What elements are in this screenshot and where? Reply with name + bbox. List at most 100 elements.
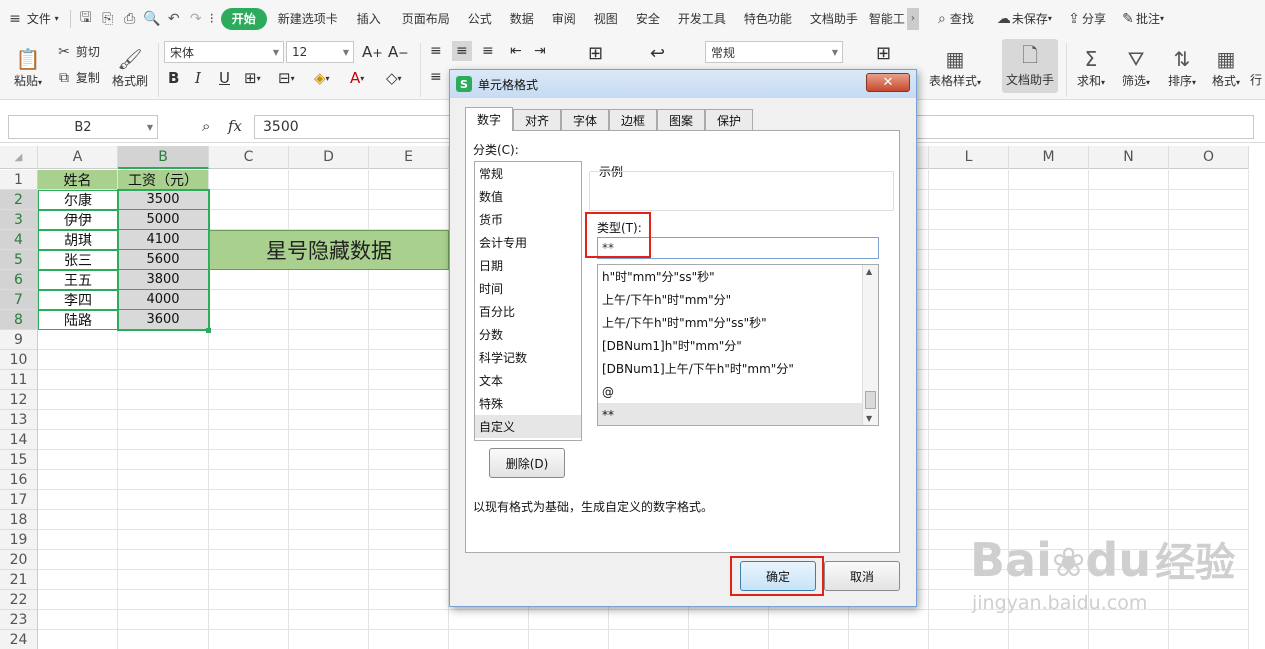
grid-cell[interactable] bbox=[1009, 390, 1089, 410]
grid-cell[interactable] bbox=[929, 310, 1009, 330]
grid-cell[interactable] bbox=[38, 430, 118, 450]
grid-cell[interactable] bbox=[1089, 210, 1169, 230]
grid-cell[interactable] bbox=[929, 290, 1009, 310]
grid-cell[interactable] bbox=[369, 570, 449, 590]
grid-cell[interactable] bbox=[209, 490, 289, 510]
column-header[interactable]: N bbox=[1089, 146, 1169, 169]
filter-button[interactable]: ⛛ 筛选▾ bbox=[1116, 41, 1156, 93]
row-header[interactable]: 23 bbox=[0, 610, 38, 630]
grid-cell[interactable] bbox=[529, 630, 609, 649]
grid-cell[interactable] bbox=[1009, 470, 1089, 490]
grid-cell[interactable] bbox=[929, 270, 1009, 290]
close-icon[interactable]: ✕ bbox=[866, 73, 910, 92]
grid-cell[interactable] bbox=[1089, 490, 1169, 510]
grid-cell[interactable] bbox=[289, 190, 369, 210]
tab-security[interactable]: 安全 bbox=[627, 8, 669, 30]
tab-font[interactable]: 字体 bbox=[561, 109, 609, 131]
scroll-up-icon[interactable]: ▲ bbox=[866, 267, 872, 276]
grid-cell[interactable] bbox=[1089, 170, 1169, 190]
grid-cell[interactable] bbox=[289, 570, 369, 590]
paste-button[interactable]: 📋 粘贴▾ bbox=[10, 41, 46, 93]
tab-number[interactable]: 数字 bbox=[465, 107, 513, 131]
grid-cell[interactable] bbox=[369, 550, 449, 570]
banner-cell[interactable]: 星号隐藏数据 bbox=[209, 230, 449, 270]
grid-cell[interactable] bbox=[118, 510, 209, 530]
column-header[interactable]: C bbox=[209, 146, 289, 169]
row-header[interactable]: 12 bbox=[0, 390, 38, 410]
grid-cell[interactable] bbox=[1169, 230, 1249, 250]
row-header[interactable]: 17 bbox=[0, 490, 38, 510]
grid-cell[interactable] bbox=[1089, 230, 1169, 250]
grid-cell[interactable] bbox=[369, 190, 449, 210]
sort-button[interactable]: ⇅ 排序▾ bbox=[1162, 41, 1202, 93]
grid-cell[interactable] bbox=[929, 470, 1009, 490]
row-header[interactable]: 6 bbox=[0, 270, 38, 290]
grid-cell[interactable] bbox=[1089, 450, 1169, 470]
grid-cell[interactable] bbox=[849, 630, 929, 649]
grid-cell[interactable] bbox=[609, 630, 689, 649]
category-list[interactable]: 常规 数值 货币 会计专用 日期 时间 百分比 分数 科学记数 文本 特殊 自定… bbox=[474, 161, 582, 441]
grid-cell[interactable] bbox=[1169, 510, 1249, 530]
category-item[interactable]: 科学记数 bbox=[475, 346, 581, 369]
grid-cell[interactable] bbox=[369, 170, 449, 190]
tab-special[interactable]: 特色功能 bbox=[735, 8, 801, 30]
grid-cell[interactable] bbox=[1089, 430, 1169, 450]
grid-cell[interactable] bbox=[689, 610, 769, 630]
increase-font-icon[interactable]: A + bbox=[362, 43, 383, 61]
grid-cell[interactable] bbox=[118, 430, 209, 450]
grid-cell[interactable] bbox=[209, 470, 289, 490]
row-header[interactable]: 14 bbox=[0, 430, 38, 450]
grid-cell[interactable] bbox=[289, 390, 369, 410]
grid-cell[interactable] bbox=[209, 330, 289, 350]
grid-cell[interactable] bbox=[38, 330, 118, 350]
unsaved-button[interactable]: ☁ 未保存 ▾ bbox=[989, 8, 1059, 30]
grid-cell[interactable] bbox=[38, 530, 118, 550]
grid-cell[interactable] bbox=[289, 590, 369, 610]
tab-alignment[interactable]: 对齐 bbox=[513, 109, 561, 131]
undo-icon[interactable]: ↶ bbox=[163, 8, 185, 30]
conditional-format-icon[interactable]: ⊞ bbox=[876, 43, 891, 64]
grid-cell[interactable] bbox=[369, 330, 449, 350]
doc-assistant-button[interactable]: 🗋 文档助手 bbox=[1002, 39, 1058, 93]
grid-cell[interactable] bbox=[1009, 290, 1089, 310]
grid-cell[interactable] bbox=[209, 630, 289, 649]
name-cell[interactable]: 李四 bbox=[38, 290, 118, 310]
grid-cell[interactable] bbox=[38, 350, 118, 370]
row-header[interactable]: 13 bbox=[0, 410, 38, 430]
type-list[interactable]: h"时"mm"分"ss"秒" 上午/下午h"时"mm"分" 上午/下午h"时"m… bbox=[597, 264, 879, 426]
grid-cell[interactable] bbox=[209, 410, 289, 430]
grid-cell[interactable] bbox=[1089, 330, 1169, 350]
grid-cell[interactable] bbox=[1009, 370, 1089, 390]
grid-cell[interactable] bbox=[1169, 370, 1249, 390]
eraser-icon[interactable]: ◇ ▾ bbox=[386, 69, 402, 87]
grid-cell[interactable] bbox=[1009, 630, 1089, 649]
grid-cell[interactable] bbox=[289, 210, 369, 230]
grid-cell[interactable] bbox=[449, 610, 529, 630]
grid-cell[interactable] bbox=[118, 550, 209, 570]
number-format-select[interactable]: 常规 ▼ bbox=[705, 41, 843, 63]
grid-cell[interactable] bbox=[289, 410, 369, 430]
row-col-button[interactable]: 行 bbox=[1250, 71, 1262, 88]
grid-cell[interactable] bbox=[929, 450, 1009, 470]
align-top-icon[interactable]: ≡ bbox=[430, 43, 442, 59]
tab-formula[interactable]: 公式 bbox=[459, 8, 501, 30]
grid-cell[interactable] bbox=[38, 550, 118, 570]
cancel-button[interactable]: 取消 bbox=[824, 561, 900, 591]
tab-border[interactable]: 边框 bbox=[609, 109, 657, 131]
grid-cell[interactable] bbox=[369, 530, 449, 550]
grid-cell[interactable] bbox=[118, 390, 209, 410]
grid-cell[interactable] bbox=[1089, 350, 1169, 370]
grid-cell[interactable] bbox=[1009, 210, 1089, 230]
row-header[interactable]: 20 bbox=[0, 550, 38, 570]
grid-cell[interactable] bbox=[289, 630, 369, 649]
border-icon[interactable]: ⊞ ▾ bbox=[244, 69, 261, 87]
category-item[interactable]: 常规 bbox=[475, 162, 581, 185]
grid-cell[interactable] bbox=[929, 210, 1009, 230]
grid-cell[interactable] bbox=[289, 170, 369, 190]
grid-cell[interactable] bbox=[1089, 250, 1169, 270]
grid-cell[interactable] bbox=[289, 470, 369, 490]
select-all-corner[interactable]: ◢ bbox=[0, 146, 38, 169]
more-icon[interactable]: ⁝ bbox=[207, 8, 217, 30]
merge-center-icon[interactable]: ⊞ bbox=[588, 43, 603, 64]
type-item[interactable]: 上午/下午h"时"mm"分" bbox=[598, 288, 878, 311]
